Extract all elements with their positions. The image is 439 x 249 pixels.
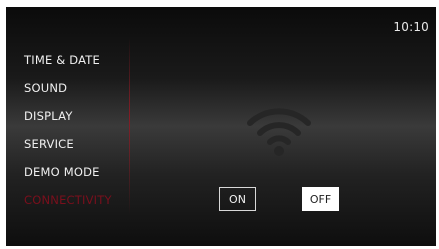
menu-item-time-date[interactable]: TIME & DATE xyxy=(24,50,144,78)
settings-screen: 10:10 TIME & DATE SOUND DISPLAY SERVICE … xyxy=(6,7,436,246)
wifi-icon xyxy=(247,108,311,156)
menu-item-demo-mode[interactable]: DEMO MODE xyxy=(24,162,144,190)
menu-item-sound[interactable]: SOUND xyxy=(24,78,144,106)
menu-divider xyxy=(129,37,130,215)
settings-menu: TIME & DATE SOUND DISPLAY SERVICE DEMO M… xyxy=(24,50,144,218)
connectivity-off-button[interactable]: OFF xyxy=(302,187,339,211)
menu-item-display[interactable]: DISPLAY xyxy=(24,106,144,134)
menu-item-service[interactable]: SERVICE xyxy=(24,134,144,162)
clock: 10:10 xyxy=(393,20,429,34)
connectivity-on-button[interactable]: ON xyxy=(219,187,256,211)
menu-item-connectivity[interactable]: CONNECTIVITY xyxy=(24,190,144,218)
